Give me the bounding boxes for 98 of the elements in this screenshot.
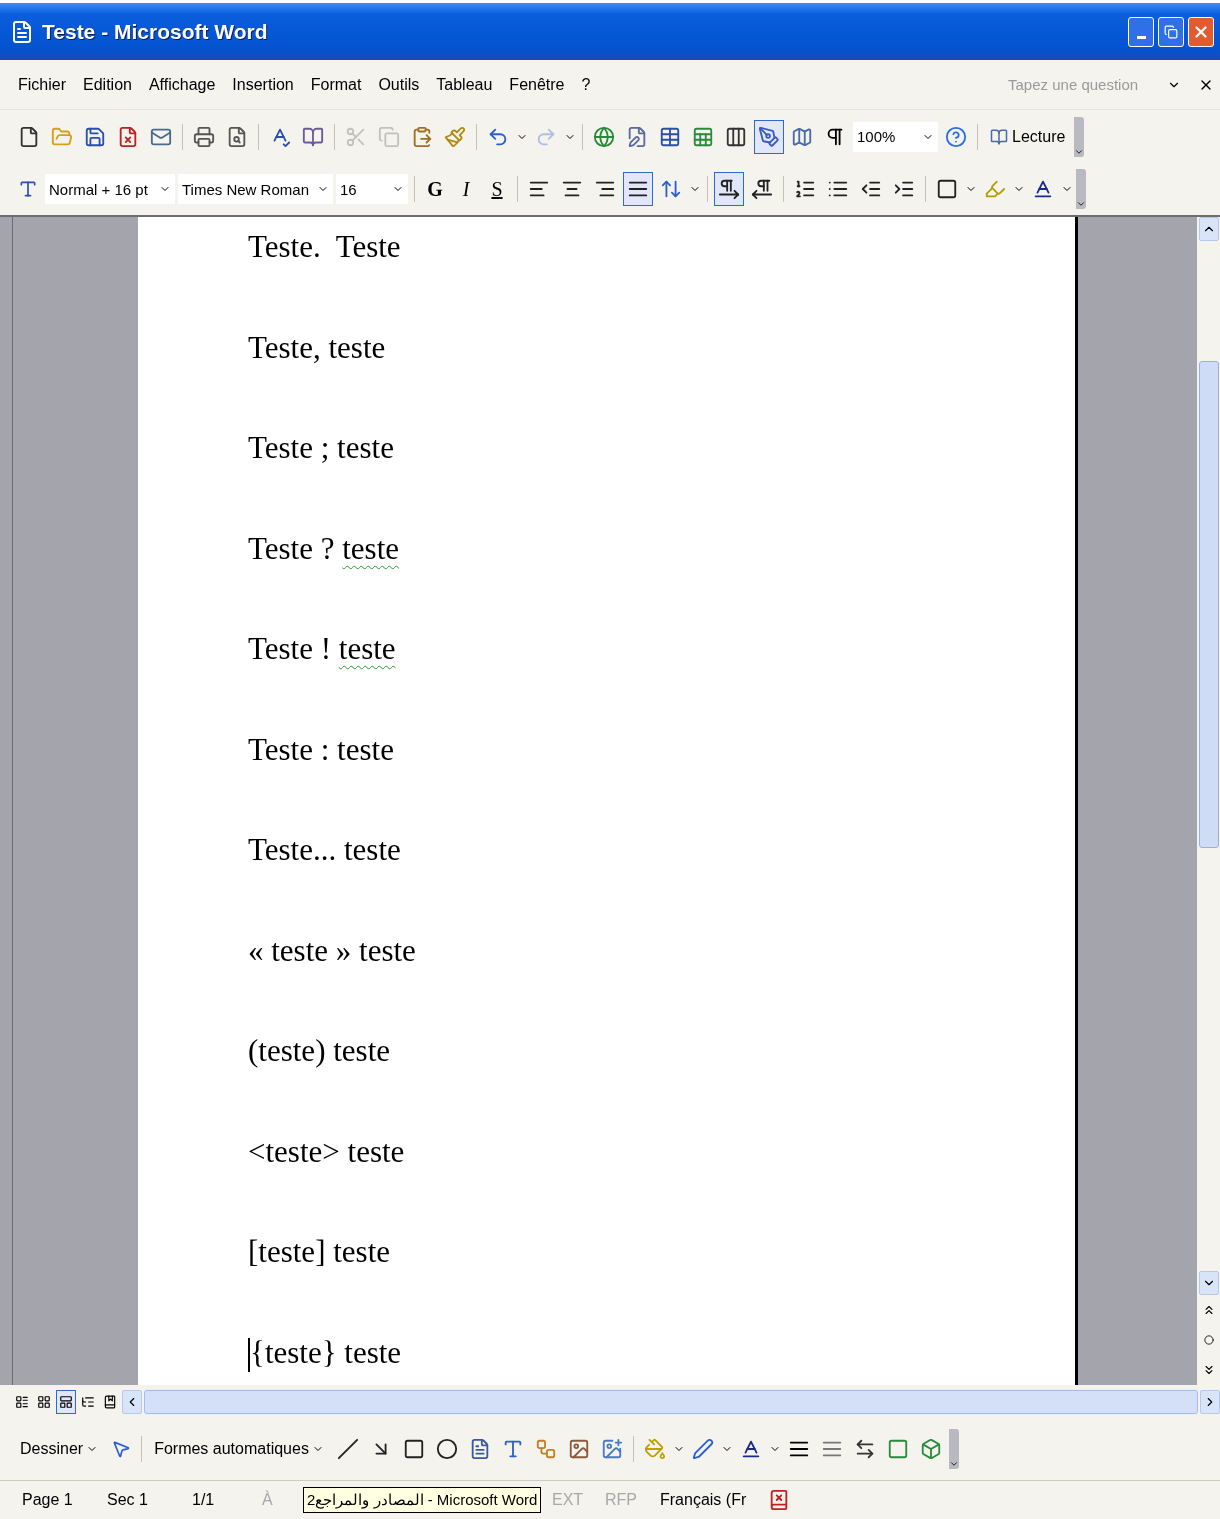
table-icon — [659, 125, 681, 148]
font-color-icon — [1032, 178, 1054, 200]
format-button[interactable]: I — [452, 173, 480, 205]
document-line: Teste ! teste — [247, 630, 397, 668]
document-line: {teste} teste — [138, 1324, 1075, 1385]
tooltip: المصادر والمراجع2 - Microsoft Word — [303, 1487, 542, 1513]
question-field[interactable]: Tapez une question — [1006, 75, 1150, 94]
rectangle-icon — [402, 1438, 425, 1460]
horizontal-scroll-thumb[interactable] — [144, 1389, 1198, 1414]
document-line: Teste ? teste — [247, 529, 401, 568]
page-view-icon — [59, 1394, 73, 1409]
normal-view-icon — [15, 1394, 29, 1409]
status-item: 1/1 — [191, 1491, 216, 1509]
paste-icon — [411, 125, 433, 148]
format-button[interactable]: G — [421, 173, 449, 205]
reading-button[interactable]: Lecture — [984, 119, 1072, 154]
document-line: Teste ; teste — [247, 429, 395, 467]
page-view-button[interactable] — [56, 1389, 76, 1414]
scroll-down-button[interactable] — [1198, 1271, 1219, 1295]
restore-button[interactable] — [1158, 16, 1184, 47]
menu-item[interactable]: Affichage — [148, 75, 216, 94]
web-view-icon — [37, 1394, 51, 1409]
circle-icon — [1203, 1335, 1214, 1345]
menu-item[interactable]: Fenêtre — [509, 75, 565, 94]
toolbar-button[interactable] — [714, 172, 744, 206]
border-icon — [936, 178, 958, 200]
document-map-icon — [791, 125, 813, 148]
numbered-list-icon — [794, 178, 816, 200]
menu-item[interactable]: Insertion — [232, 75, 294, 94]
document-line: Teste, teste — [247, 328, 387, 367]
scroll-right-button[interactable] — [1200, 1389, 1220, 1414]
minimize-icon — [1136, 35, 1146, 39]
status-item: Page 1 — [21, 1491, 74, 1509]
document-line: « teste » teste — [247, 931, 417, 970]
word-document-icon — [10, 19, 34, 44]
format-button[interactable]: S — [483, 173, 511, 205]
print-icon — [193, 125, 215, 148]
menu-item[interactable]: Edition — [83, 75, 132, 94]
document-line: [teste] teste — [247, 1233, 391, 1271]
line-color-icon — [691, 1438, 714, 1460]
minimize-button[interactable] — [1128, 16, 1154, 47]
document-line: Teste. Teste — [247, 228, 402, 266]
right-to-left-icon — [751, 178, 773, 200]
line-spacing-icon — [660, 178, 682, 200]
three-d-icon — [919, 1438, 942, 1460]
left-to-right-icon — [718, 178, 740, 200]
menu-item[interactable]: Tableau — [436, 75, 493, 94]
help-icon — [945, 125, 967, 148]
scroll-left-button[interactable] — [122, 1389, 142, 1414]
outline-view-icon — [81, 1394, 95, 1409]
line-icon — [336, 1438, 359, 1460]
menu-item[interactable]: ? — [581, 75, 591, 94]
document-line: (teste) teste — [247, 1032, 391, 1070]
style-combo[interactable]: Normal + 16 pt — [45, 174, 175, 204]
font-combo[interactable]: Times New Roman — [178, 174, 333, 204]
close-button[interactable] — [1188, 16, 1214, 47]
window-title: Teste - Microsoft Word — [42, 19, 269, 44]
book-icon — [990, 127, 1008, 146]
hyperlink-icon — [593, 125, 615, 148]
spreadsheet-icon — [692, 125, 714, 148]
cut-icon — [345, 125, 367, 148]
toolbar-options-button[interactable] — [1074, 116, 1085, 157]
pointer-icon — [111, 1439, 132, 1459]
format-painter-icon — [444, 125, 466, 148]
status-item: Sec 1 — [106, 1491, 149, 1509]
picture-icon — [600, 1438, 623, 1460]
document-line: Teste : teste — [247, 730, 395, 769]
open-folder-icon — [51, 125, 73, 148]
caret-icon — [948, 1459, 959, 1469]
save-icon — [84, 125, 106, 148]
fill-color-icon — [643, 1438, 666, 1460]
copy-icon — [378, 125, 400, 148]
toolbar-button[interactable] — [623, 172, 653, 206]
status-item: Français (Fr — [659, 1491, 748, 1509]
menu-item[interactable]: Outils — [378, 75, 420, 94]
toolbar-options-button[interactable] — [948, 1429, 959, 1469]
font-size-combo[interactable]: 16 — [336, 174, 408, 204]
menu-item[interactable]: Fichier — [18, 75, 66, 94]
zoom-combo[interactable]: 100% — [853, 121, 938, 152]
reading-view-icon — [103, 1394, 117, 1409]
status-item: À — [261, 1491, 274, 1509]
new-document-icon — [18, 125, 40, 148]
scroll-thumb[interactable] — [1198, 361, 1219, 848]
oval-icon — [435, 1438, 458, 1460]
diagram-icon — [534, 1438, 557, 1460]
drawing-icon — [758, 125, 780, 148]
menu-item[interactable]: Format — [310, 75, 362, 94]
draw-menu-button[interactable]: Dessiner — [14, 1432, 105, 1466]
scroll-up-button[interactable] — [1198, 217, 1219, 241]
status-item: RFP — [604, 1491, 638, 1509]
autoshapes-menu-button[interactable]: Formes automatiques — [148, 1432, 330, 1466]
caret-icon — [1076, 199, 1086, 209]
columns-icon — [725, 125, 747, 148]
document-line: Teste... teste — [247, 831, 402, 869]
print-preview-icon — [226, 125, 248, 148]
restore-icon — [1164, 24, 1178, 39]
document-line: <teste> teste — [247, 1132, 406, 1171]
highlight-icon — [984, 178, 1006, 200]
